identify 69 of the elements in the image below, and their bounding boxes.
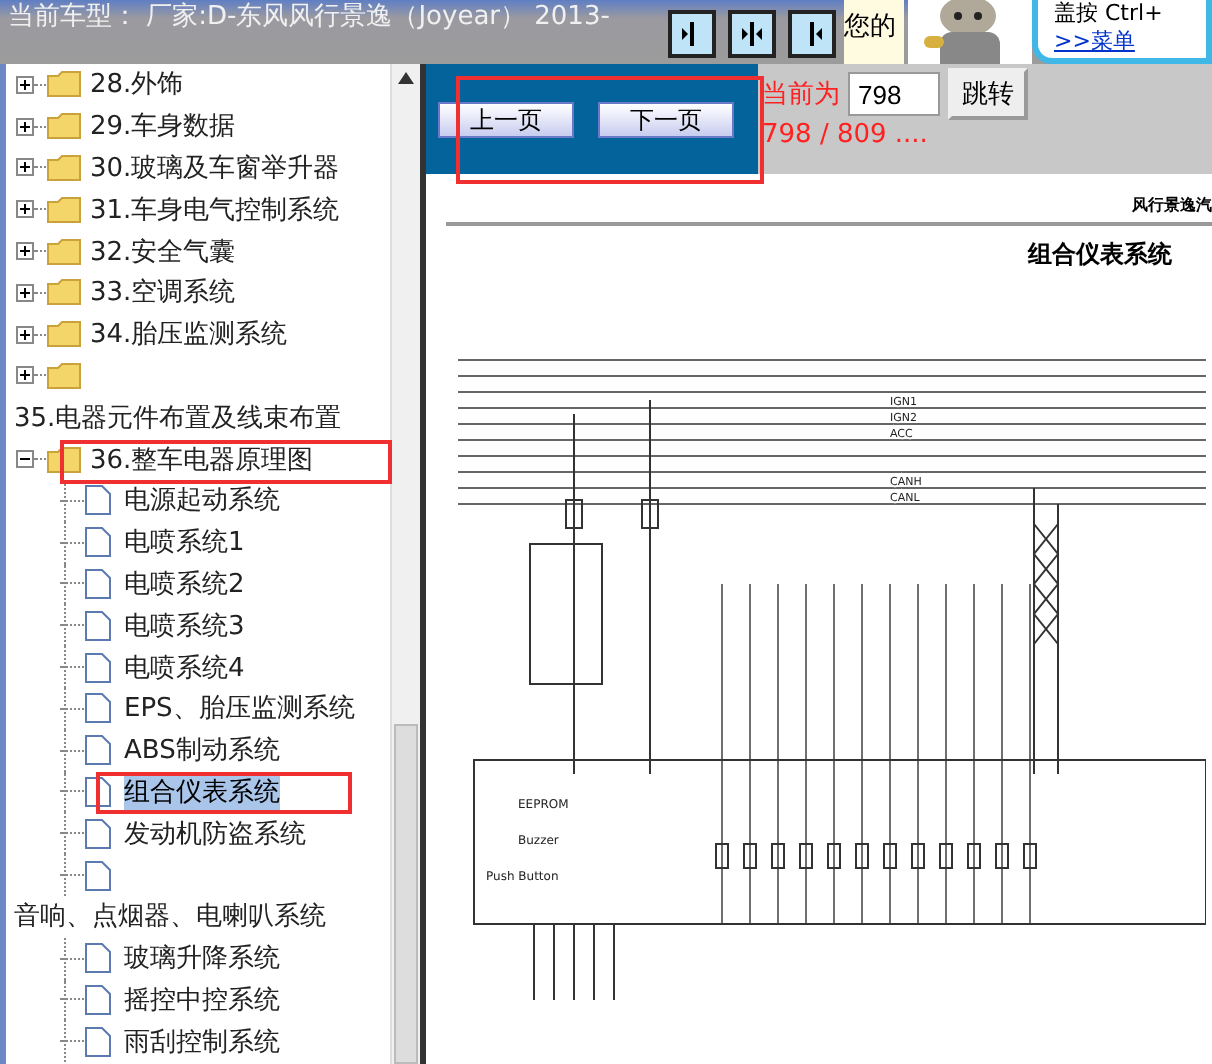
- tree-item[interactable]: 29.车身数据: [90, 108, 236, 145]
- tree-item[interactable]: 36.整车电器原理图: [90, 441, 314, 478]
- folder-icon: [46, 153, 82, 182]
- scrollbar[interactable]: [390, 64, 420, 1064]
- folder-icon: [46, 237, 82, 266]
- tree-item[interactable]: 34.胎压监测系统: [90, 316, 288, 353]
- tree-item[interactable]: 30.玻璃及车窗举升器: [90, 149, 340, 186]
- tree-item[interactable]: ABS制动系统: [124, 732, 280, 769]
- layout-button[interactable]: [668, 10, 716, 58]
- tree-item[interactable]: 32.安全气囊: [90, 233, 236, 270]
- folder-icon: [46, 361, 82, 390]
- arrow-icon: [740, 22, 764, 46]
- tree-item[interactable]: 雨刮控制系统: [124, 1023, 280, 1060]
- tip-text: 盖按 Ctrl+: [1054, 0, 1165, 28]
- tree-item[interactable]: 摇控中控系统: [124, 981, 280, 1018]
- expander-icon[interactable]: [16, 200, 34, 219]
- tree-item[interactable]: 电源起动系统: [124, 482, 280, 519]
- document-icon: [84, 734, 112, 767]
- expander-icon[interactable]: [16, 283, 34, 302]
- diagram-header-text: 风行景逸汽: [1130, 194, 1212, 216]
- tree-item[interactable]: EPS、胎压监测系统: [124, 690, 355, 727]
- expander-icon[interactable]: [16, 158, 34, 177]
- document-icon: [84, 484, 112, 517]
- scroll-up-icon[interactable]: [398, 72, 414, 84]
- document-icon: [84, 1025, 112, 1058]
- diagram-title: 组合仪表系统: [1025, 238, 1174, 272]
- document-icon: [84, 692, 112, 725]
- document-icon: [84, 567, 112, 600]
- car-model-text: 当前车型： 厂家:D-东风风行景逸（Joyear） 2013-: [6, 0, 612, 36]
- layout-button[interactable]: [788, 10, 836, 58]
- folder-icon: [46, 320, 82, 349]
- next-page-button[interactable]: 下一页: [598, 101, 734, 137]
- tree-item[interactable]: 电喷系统1: [124, 524, 245, 561]
- document-icon: [84, 983, 112, 1016]
- tree-item[interactable]: 33.空调系统: [90, 274, 236, 311]
- tree-item[interactable]: 电喷系统4: [124, 649, 245, 686]
- tree-item[interactable]: 28.外饰: [90, 66, 184, 103]
- document-icon: [84, 609, 112, 642]
- previous-page-button[interactable]: 上一页: [438, 101, 574, 137]
- page-number-field[interactable]: 798: [848, 72, 940, 116]
- document-icon: [84, 817, 112, 850]
- menu-link[interactable]: >>菜单: [1054, 28, 1206, 56]
- expander-icon[interactable]: [16, 366, 34, 385]
- tree-item[interactable]: 玻璃升降系统: [124, 940, 280, 977]
- tree-item[interactable]: 音响、点烟器、电喇叭系统: [14, 898, 326, 935]
- document-icon: [84, 526, 112, 559]
- tree-item[interactable]: 35.电器元件布置及线束布置: [14, 399, 342, 436]
- expander-icon[interactable]: [16, 242, 34, 261]
- tree-item[interactable]: 发动机防盗系统: [124, 815, 306, 852]
- tree-item[interactable]: 31.车身电气控制系统: [90, 191, 340, 228]
- jump-button[interactable]: 跳转: [948, 68, 1028, 120]
- folder-icon: [46, 70, 82, 99]
- expander-icon[interactable]: [16, 325, 34, 344]
- expander-icon[interactable]: [16, 450, 34, 469]
- document-icon: [84, 651, 112, 684]
- tree-item[interactable]: 电喷系统2: [124, 565, 245, 602]
- document-icon: [84, 859, 112, 892]
- user-text: 您的: [844, 0, 904, 64]
- folder-icon: [46, 278, 82, 307]
- expander-icon[interactable]: [16, 117, 34, 136]
- folder-icon: [46, 112, 82, 141]
- page-count-text: 798 / 809 ....: [762, 120, 930, 150]
- document-icon: [84, 942, 112, 975]
- current-page-label: 当前为: [762, 78, 840, 112]
- expander-icon[interactable]: [16, 75, 34, 94]
- layout-button[interactable]: [728, 10, 776, 58]
- scrollbar-thumb[interactable]: [394, 724, 418, 1064]
- tree-item[interactable]: 电喷系统3: [124, 607, 245, 644]
- folder-icon: [46, 195, 82, 224]
